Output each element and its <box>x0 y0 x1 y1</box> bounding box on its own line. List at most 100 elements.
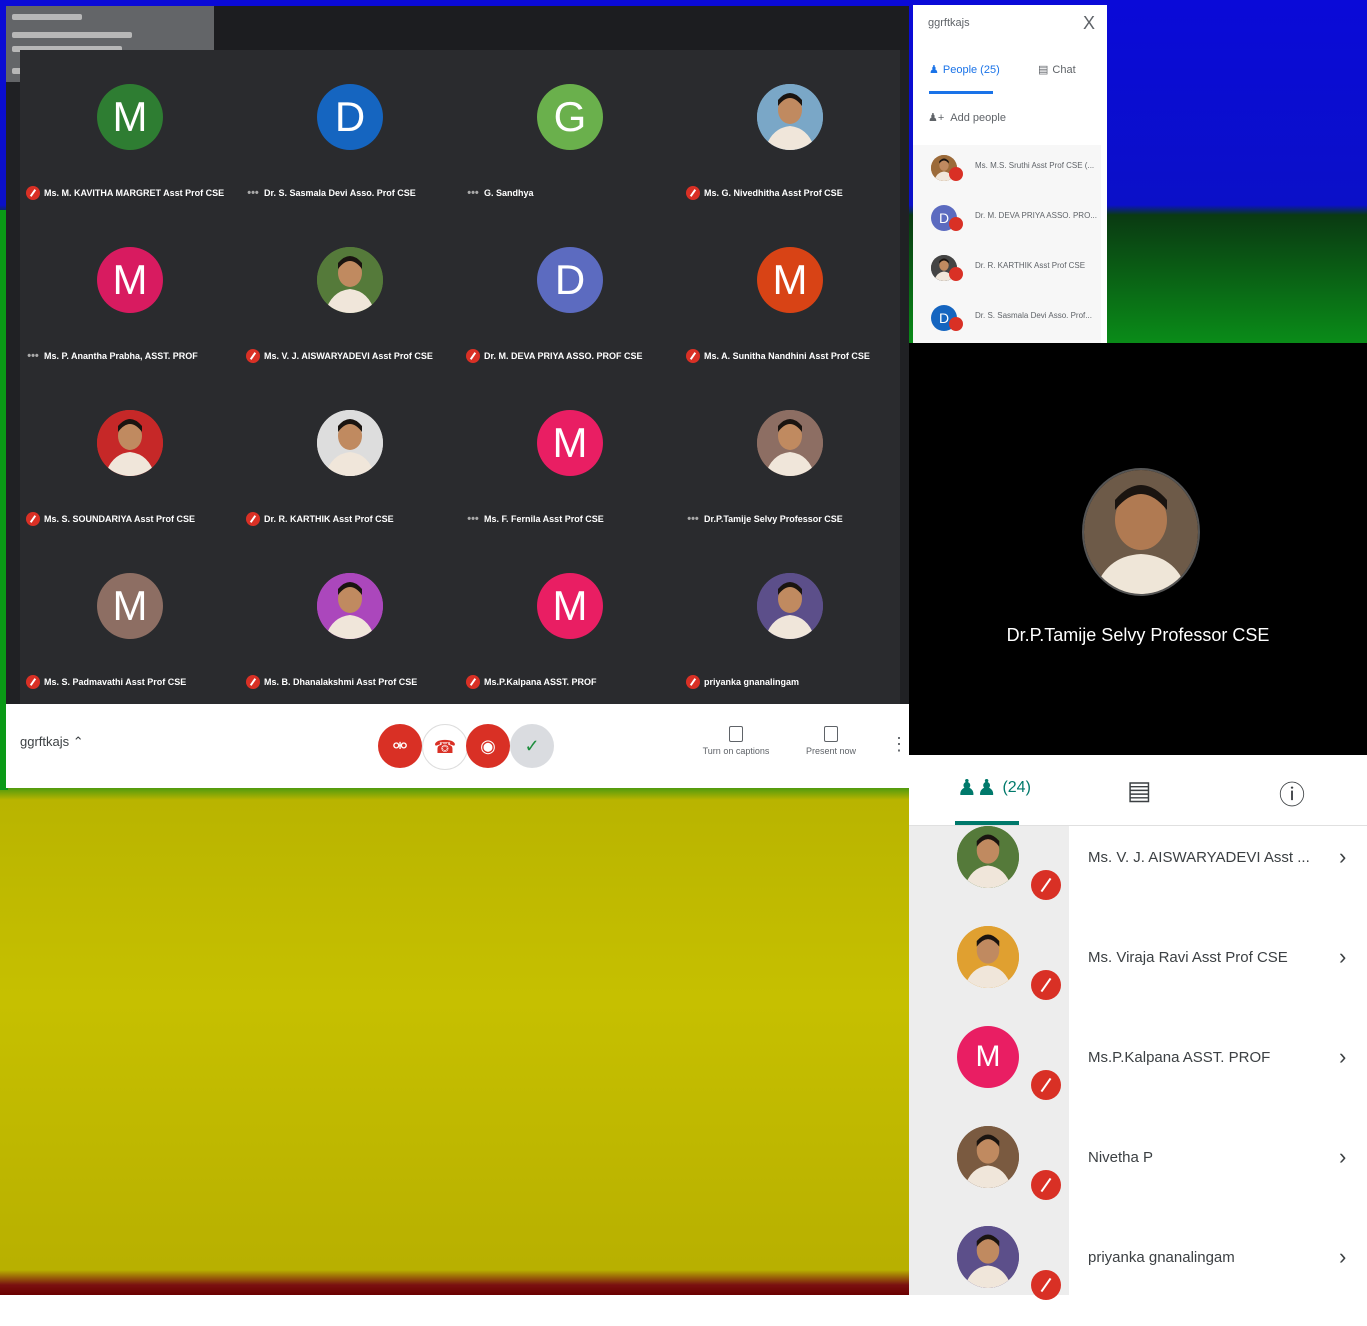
leave-call-button[interactable]: ☎ <box>422 724 468 770</box>
participant-tile[interactable]: Ms. B. Dhanalakshmi Asst Prof CSE <box>240 539 460 702</box>
participant-tile[interactable]: M Ms. S. Padmavathi Asst Prof CSE <box>20 539 240 702</box>
participant-avatar: M <box>537 573 603 639</box>
participant-list-item[interactable]: Ms. Viraja Ravi Asst Prof CSE › <box>909 926 1367 1026</box>
participant-list-item[interactable]: M Ms.P.Kalpana ASST. PROF › <box>909 1026 1367 1126</box>
participant-name-row: Ms.P.Kalpana ASST. PROF <box>466 673 678 691</box>
tab-people[interactable]: ♟ People (25) <box>929 63 1000 77</box>
participant-tile[interactable]: G ••• G. Sandhya <box>460 50 680 213</box>
people-list-item[interactable]: Ms. M.S. Sruthi Asst Prof CSE (... <box>913 145 1101 195</box>
participant-list-item[interactable]: Nivetha P › <box>909 1126 1367 1226</box>
tab-participants[interactable]: ♟♟ (24) <box>957 775 1031 801</box>
check-icon: ✓ <box>524 735 540 756</box>
participant-name: priyanka gnanalingam <box>1088 1249 1235 1266</box>
mic-off-icon <box>949 317 963 331</box>
mic-off-icon: ⚮ <box>392 735 408 756</box>
participant-tile[interactable]: Ms. V. J. AISWARYADEVI Asst Prof CSE <box>240 213 460 376</box>
participant-tile[interactable]: D Dr. M. DEVA PRIYA ASSO. PROF CSE <box>460 213 680 376</box>
people-list-item[interactable]: D Dr. M. DEVA PRIYA ASSO. PRO... <box>913 195 1101 245</box>
present-now-button[interactable]: Present now <box>791 726 871 756</box>
tab-info[interactable]: ⓘ <box>1279 775 1305 812</box>
participant-name-row: Ms. A. Sunitha Nandhini Asst Prof CSE <box>686 347 898 365</box>
participant-tile[interactable]: M ••• Ms. P. Anantha Prabha, ASST. PROF <box>20 213 240 376</box>
people-list-item[interactable]: D Dr. S. Sasmala Devi Asso. Prof... <box>913 295 1101 345</box>
meeting-code-text: ggrftkajs <box>20 734 70 749</box>
participant-avatar <box>317 247 383 313</box>
chat-icon: ▤ <box>1038 64 1049 76</box>
participant-avatar <box>757 84 823 150</box>
participant-tile[interactable]: D ••• Dr. S. Sasmala Devi Asso. Prof CSE <box>240 50 460 213</box>
present-label: Present now <box>805 746 857 756</box>
participant-name-row: ••• G. Sandhya <box>466 184 678 202</box>
chevron-right-icon[interactable]: › <box>1339 944 1346 970</box>
participant-name: Ms. S. SOUNDARIYA Asst Prof CSE <box>44 514 196 524</box>
presenter-view: Dr.P.Tamije Selvy Professor CSE <box>909 343 1367 755</box>
close-icon[interactable]: X <box>1083 13 1095 34</box>
presenter-avatar <box>1082 468 1200 596</box>
tab-chat[interactable]: ▤ Chat <box>1038 63 1076 77</box>
mobile-participants-panel: ♟♟ (24) ▤ ⓘ Ms. V. J. AISWARYADEVI Asst .… <box>909 755 1367 1300</box>
participant-avatar <box>317 410 383 476</box>
participant-avatar: M <box>97 247 163 313</box>
mobile-tabs: ♟♟ (24) ▤ ⓘ <box>909 755 1367 826</box>
participant-name: Dr. R. KARTHIK Asst Prof CSE <box>264 514 394 524</box>
participant-tile[interactable]: ••• Dr.P.Tamije Selvy Professor CSE <box>680 376 900 539</box>
participant-avatar: M <box>957 1026 1019 1088</box>
participant-count: (24) <box>1002 779 1031 796</box>
chevron-right-icon[interactable]: › <box>1339 1244 1346 1270</box>
mic-off-button[interactable]: ⚮ <box>378 724 422 768</box>
hand-check-button[interactable]: ✓ <box>510 724 554 768</box>
participant-tile[interactable]: Dr. R. KARTHIK Asst Prof CSE <box>240 376 460 539</box>
participant-name: G. Sandhya <box>484 188 534 198</box>
participant-name: Dr.P.Tamije Selvy Professor CSE <box>704 514 843 524</box>
mic-off-icon <box>949 217 963 231</box>
participant-name: Dr. M. DEVA PRIYA ASSO. PROF CSE <box>484 351 643 361</box>
participant-name: Ms. F. Fernila Asst Prof CSE <box>484 514 604 524</box>
person-name: Dr. M. DEVA PRIYA ASSO. PRO... <box>975 211 1097 220</box>
speaking-dots-icon: ••• <box>27 350 39 362</box>
participant-tile[interactable]: priyanka gnanalingam <box>680 539 900 702</box>
participant-tile[interactable]: M Ms.P.Kalpana ASST. PROF <box>460 539 680 702</box>
participant-name: Ms.P.Kalpana ASST. PROF <box>1088 1049 1271 1066</box>
mic-off-icon <box>1031 970 1061 1000</box>
panel-title: ggrftkajs <box>928 17 970 29</box>
camera-off-button[interactable]: ◉ <box>466 724 510 768</box>
add-people-button[interactable]: ♟+ Add people <box>928 111 1006 125</box>
meeting-code[interactable]: ggrftkajs ⌃ <box>20 734 84 750</box>
participant-list-item[interactable]: Ms. V. J. AISWARYADEVI Asst ... › <box>909 826 1367 926</box>
pip-text-line <box>12 14 82 20</box>
participant-tile[interactable]: M Ms. M. KAVITHA MARGRET Asst Prof CSE <box>20 50 240 213</box>
participant-avatar <box>97 410 163 476</box>
add-person-icon: ♟+ <box>928 112 945 124</box>
participant-name: Ms. M. KAVITHA MARGRET Asst Prof CSE <box>44 188 225 198</box>
mic-off-icon <box>949 167 963 181</box>
more-options-icon[interactable]: ⋮ <box>890 734 908 755</box>
people-list-item[interactable]: Dr. R. KARTHIK Asst Prof CSE <box>913 245 1101 295</box>
participant-tile[interactable]: M ••• Ms. F. Fernila Asst Prof CSE <box>460 376 680 539</box>
participant-name: Ms. P. Anantha Prabha, ASST. PROF <box>44 351 198 361</box>
tab-people-label: People (25) <box>942 63 1000 76</box>
participant-name-row: Ms. B. Dhanalakshmi Asst Prof CSE <box>246 673 458 691</box>
person-name: Dr. R. KARTHIK Asst Prof CSE <box>975 261 1086 270</box>
chevron-right-icon[interactable]: › <box>1339 844 1346 870</box>
control-bar: ggrftkajs ⌃ ⚮ ☎ ◉ ✓ Turn on captions Pre… <box>6 704 909 788</box>
captions-button[interactable]: Turn on captions <box>696 726 776 756</box>
participant-name: priyanka gnanalingam <box>704 677 800 687</box>
mic-off-icon <box>1031 1070 1061 1100</box>
participant-tile[interactable]: Ms. G. Nivedhitha Asst Prof CSE <box>680 50 900 213</box>
participant-name: Ms. V. J. AISWARYADEVI Asst ... <box>1088 849 1310 866</box>
participant-name-row: Ms. S. SOUNDARIYA Asst Prof CSE <box>26 510 238 528</box>
chevron-right-icon[interactable]: › <box>1339 1044 1346 1070</box>
presenter-name: Dr.P.Tamije Selvy Professor CSE <box>1006 625 1270 645</box>
participant-list-item[interactable]: priyanka gnanalingam › <box>909 1226 1367 1326</box>
tab-chat-mobile[interactable]: ▤ <box>1127 775 1152 806</box>
hang-up-icon: ☎ <box>433 736 457 757</box>
mic-off-icon <box>466 675 480 689</box>
participant-avatar <box>317 573 383 639</box>
participant-tile[interactable]: Ms. S. SOUNDARIYA Asst Prof CSE <box>20 376 240 539</box>
info-icon: ⓘ <box>1279 780 1306 810</box>
present-icon <box>824 726 838 742</box>
participant-tile[interactable]: M Ms. A. Sunitha Nandhini Asst Prof CSE <box>680 213 900 376</box>
participant-avatar <box>957 926 1019 988</box>
participant-name-row: ••• Dr. S. Sasmala Devi Asso. Prof CSE <box>246 184 458 202</box>
chevron-right-icon[interactable]: › <box>1339 1144 1346 1170</box>
